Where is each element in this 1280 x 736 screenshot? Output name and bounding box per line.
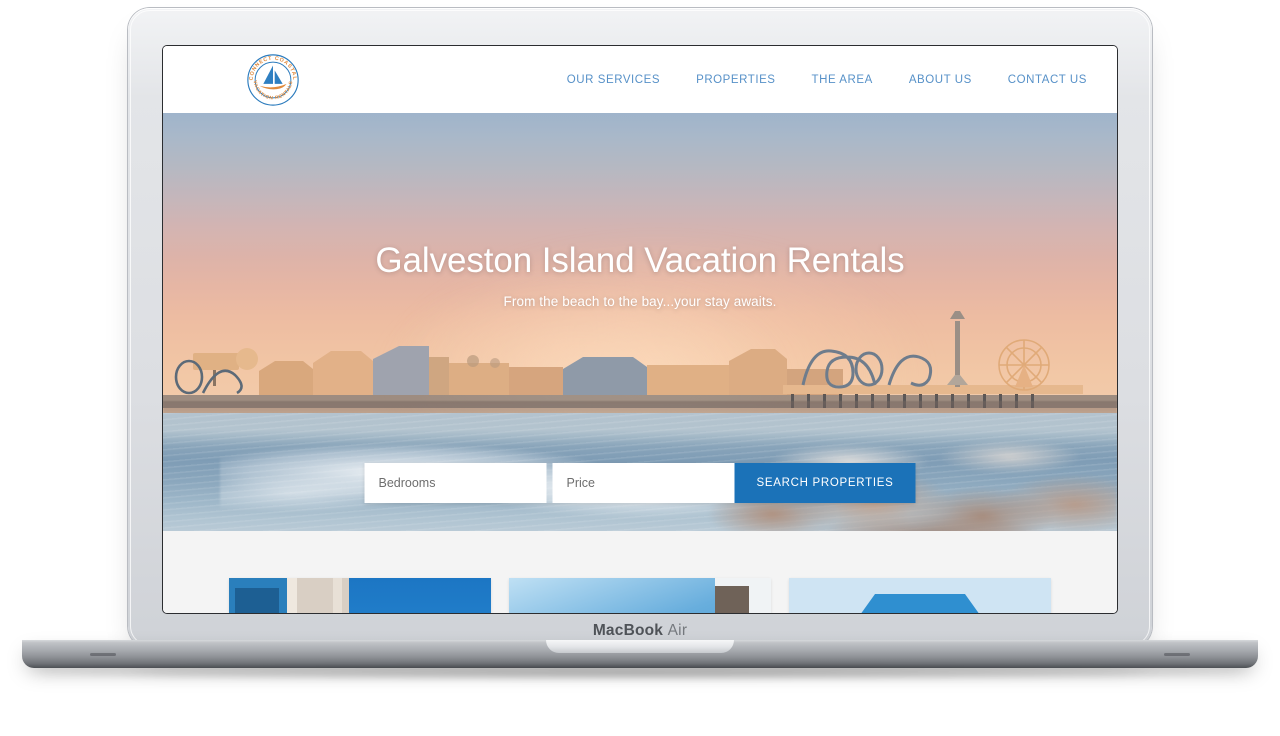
macbook-word: MacBook (592, 621, 664, 639)
nav-item-our-services[interactable]: OUR SERVICES (549, 74, 678, 86)
macbook-air-wordmark: MacBook Air (593, 622, 687, 640)
hero-section: Galveston Island Vacation Rentals From t… (163, 113, 1117, 531)
laptop-foot-right (1164, 653, 1190, 656)
macbook-air-mockup: CONNECT COASTAL VACATION RENTALS OUR SER… (128, 8, 1152, 648)
price-input[interactable] (552, 463, 735, 503)
main-navigation: OUR SERVICES PROPERTIES THE AREA ABOUT U… (549, 46, 1105, 113)
featured-properties-section (163, 531, 1117, 613)
property-card-2[interactable] (509, 578, 771, 613)
property-card-list (163, 578, 1117, 613)
laptop-foot-left (90, 653, 116, 656)
site-header: CONNECT COASTAL VACATION RENTALS OUR SER… (163, 46, 1117, 113)
bedrooms-input[interactable] (364, 463, 547, 503)
screen-bezel: CONNECT COASTAL VACATION RENTALS OUR SER… (163, 46, 1117, 613)
laptop-base (22, 640, 1258, 668)
site-logo[interactable]: CONNECT COASTAL VACATION RENTALS (244, 51, 302, 109)
hero-title: Galveston Island Vacation Rentals (375, 241, 905, 280)
nav-item-the-area[interactable]: THE AREA (794, 74, 891, 86)
property-search-bar: SEARCH PROPERTIES (364, 463, 916, 503)
screenshot-stage: CONNECT COASTAL VACATION RENTALS OUR SER… (0, 0, 1280, 736)
laptop-drop-shadow (40, 666, 1240, 680)
nav-item-about-us[interactable]: ABOUT US (891, 74, 990, 86)
hero-subtitle: From the beach to the bay...your stay aw… (503, 294, 777, 310)
hero-copy: Galveston Island Vacation Rentals From t… (163, 241, 1117, 309)
nav-item-properties[interactable]: PROPERTIES (678, 74, 793, 86)
property-card-3[interactable] (789, 578, 1051, 613)
property-card-1[interactable] (229, 578, 491, 613)
air-word: Air (667, 621, 688, 639)
nav-item-contact-us[interactable]: CONTACT US (990, 74, 1105, 86)
search-properties-button[interactable]: SEARCH PROPERTIES (734, 463, 916, 503)
browser-screen: CONNECT COASTAL VACATION RENTALS OUR SER… (163, 46, 1117, 613)
